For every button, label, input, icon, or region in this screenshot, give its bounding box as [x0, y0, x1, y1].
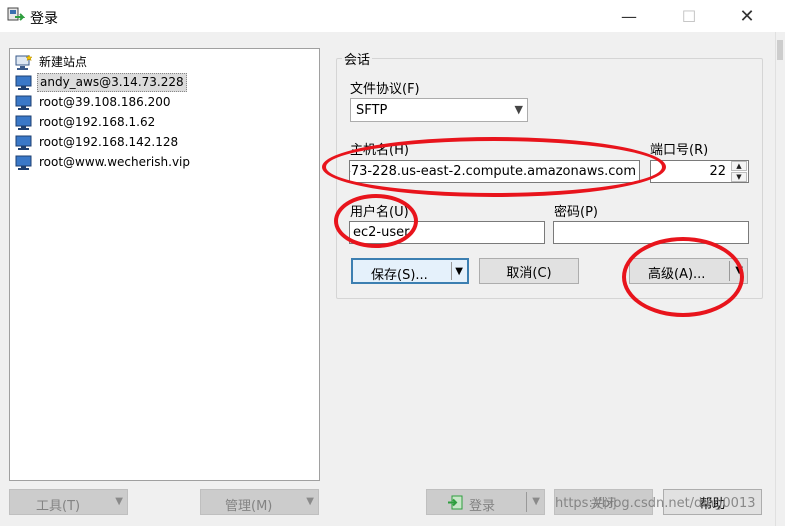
new-site-icon [15, 53, 33, 70]
split-separator [451, 262, 452, 280]
annotation-host-circle [322, 137, 666, 197]
spin-down-icon[interactable]: ▼ [731, 172, 747, 182]
login-icon [448, 495, 463, 510]
password-label: 密码(P) [554, 205, 598, 220]
chevron-down-icon: ▼ [532, 496, 540, 507]
save-button-label: 保存(S)... [371, 268, 428, 283]
annotation-advanced-circle [622, 237, 744, 317]
help-button[interactable]: 帮助 [663, 489, 762, 515]
minimize-button[interactable]: — [606, 0, 652, 32]
window-title: 登录 [30, 11, 58, 27]
site-item-root-192-142[interactable]: root@192.168.142.128 [15, 133, 180, 151]
cancel-button-label: 取消(C) [506, 265, 552, 281]
app-icon [7, 7, 25, 21]
scrollbar-thumb[interactable] [777, 40, 783, 60]
manage-button[interactable]: 管理(M) ▼ [200, 489, 319, 515]
annotation-user-circle [334, 194, 418, 248]
split-separator [526, 492, 527, 512]
site-item-label: root@192.168.142.128 [39, 134, 179, 149]
computer-icon [15, 75, 32, 90]
scrollbar[interactable] [775, 32, 785, 526]
chevron-down-icon: ▼ [306, 496, 314, 507]
site-item-root-39[interactable]: root@39.108.186.200 [15, 93, 172, 111]
password-input[interactable] [553, 221, 749, 244]
chevron-down-icon: ▼ [115, 496, 123, 507]
chevron-down-icon: ▼ [514, 103, 523, 116]
tools-button-label: 工具(T) [36, 499, 81, 514]
close-window-button[interactable]: ✕ [724, 0, 770, 32]
site-item-label: 新建站点 [39, 54, 88, 69]
port-label: 端口号(R) [650, 143, 709, 158]
port-value: 22 [709, 164, 726, 179]
login-button[interactable]: 登录 ▼ [426, 489, 545, 515]
save-button[interactable]: 保存(S)... ▼ [351, 258, 469, 284]
site-tree[interactable]: 新建站点 andy_aws@3.14.73.228 root@39.108.18… [9, 48, 320, 481]
cancel-button[interactable]: 取消(C) [479, 258, 579, 284]
site-item-new[interactable]: 新建站点 [15, 53, 89, 71]
close-button[interactable]: 关闭 [554, 489, 653, 515]
site-item-label: root@39.108.186.200 [39, 94, 171, 109]
site-item-label: andy_aws@3.14.73.228 [37, 72, 187, 92]
spin-up-icon[interactable]: ▲ [731, 161, 747, 171]
save-dropdown-icon[interactable]: ▼ [455, 266, 463, 277]
session-group-title: 会话 [342, 49, 373, 68]
site-item-root-192-1[interactable]: root@192.168.1.62 [15, 113, 157, 131]
computer-icon [15, 115, 32, 130]
protocol-value: SFTP [356, 102, 388, 118]
protocol-label: 文件协议(F) [350, 82, 420, 97]
login-button-label: 登录 [469, 499, 496, 514]
title-bar: 登录 — ☐ ✕ [0, 0, 785, 32]
computer-icon [15, 135, 32, 150]
site-item-andy-aws[interactable]: andy_aws@3.14.73.228 [15, 72, 187, 92]
site-item-label: root@www.wecherish.vip [39, 154, 190, 169]
close-button-label: 关闭 [590, 496, 617, 512]
computer-icon [15, 155, 32, 170]
manage-button-label: 管理(M) [225, 499, 273, 514]
maximize-button[interactable]: ☐ [666, 0, 712, 32]
site-item-root-wecherish[interactable]: root@www.wecherish.vip [15, 153, 192, 171]
help-button-label: 帮助 [699, 496, 726, 512]
site-item-label: root@192.168.1.62 [39, 114, 156, 129]
computer-icon [15, 95, 32, 110]
tools-button[interactable]: 工具(T) ▼ [9, 489, 128, 515]
protocol-select[interactable]: SFTP ▼ [350, 98, 528, 122]
